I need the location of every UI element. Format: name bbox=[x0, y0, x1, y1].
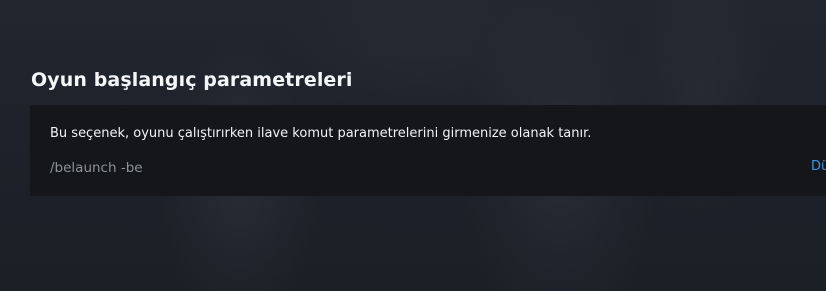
launch-params-panel: Bu seçenek, oyunu çalıştırırken ilave ko… bbox=[30, 105, 826, 196]
launch-params-input[interactable] bbox=[50, 158, 750, 178]
section-title: Oyun başlangıç parametreleri bbox=[31, 69, 353, 91]
launch-params-description: Bu seçenek, oyunu çalıştırırken ilave ko… bbox=[50, 126, 592, 141]
edit-link[interactable]: Dü bbox=[811, 159, 826, 174]
